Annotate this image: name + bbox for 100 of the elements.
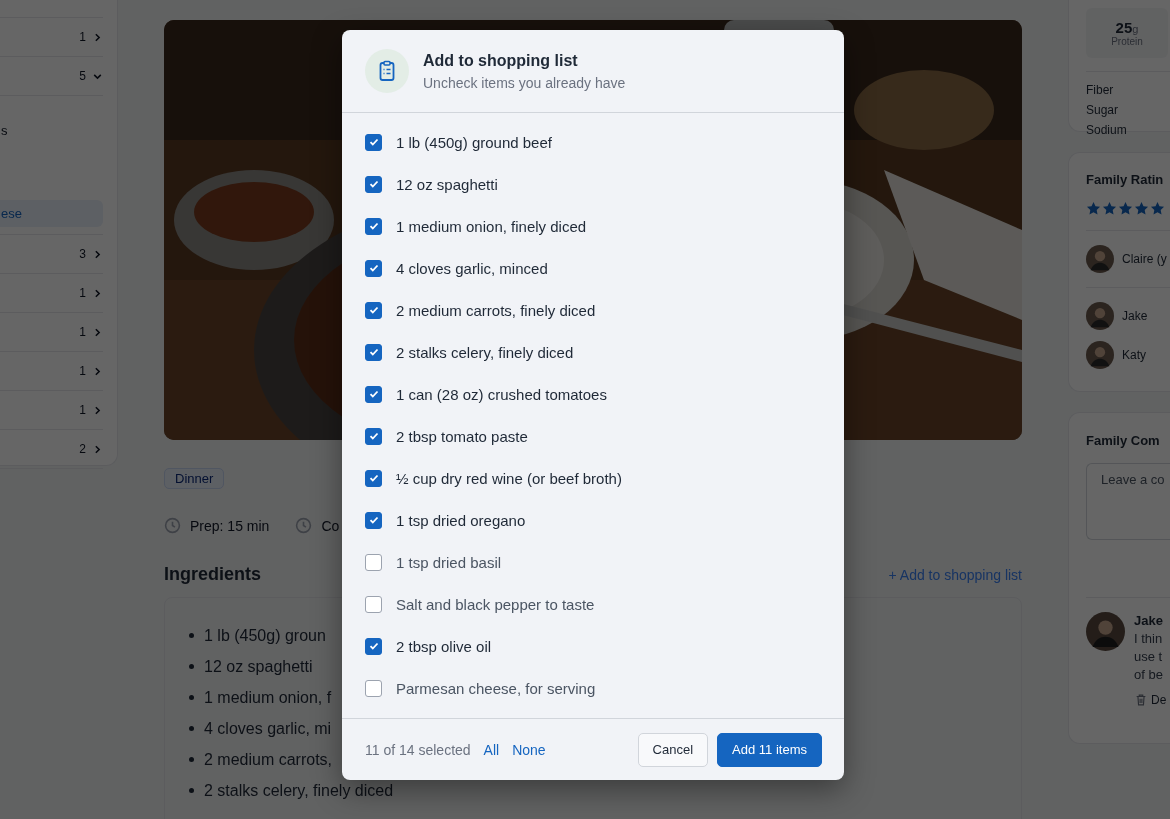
item-count: 1 (79, 364, 86, 378)
dialog-title: Add to shopping list (423, 51, 579, 70)
item-label: 2 tbsp olive oil (396, 637, 492, 655)
selection-count: 11 of 14 selected (365, 741, 471, 758)
sidebar-subitem[interactable]: s (0, 117, 103, 144)
checkbox[interactable] (365, 133, 382, 151)
comment-field[interactable]: Leave a co (1086, 463, 1170, 540)
item-label: 1 lb (450g) ground beef (396, 133, 552, 151)
time-label: Prep: 15 min (190, 517, 270, 534)
dialog-subtitle: Uncheck items you already have (423, 74, 626, 91)
clock-icon (295, 517, 313, 534)
checkbox[interactable] (365, 427, 382, 445)
card-title: Family Com (1086, 433, 1161, 448)
checkbox[interactable] (365, 553, 382, 571)
item-label: 2 stalks celery, finely diced (396, 343, 574, 361)
delete-link[interactable]: De (1151, 691, 1167, 709)
checkbox[interactable] (365, 595, 382, 613)
nutrient-value: 25g (1115, 19, 1139, 36)
check-icon (367, 304, 380, 316)
checkbox[interactable] (365, 259, 382, 277)
item-count: 1 (79, 403, 86, 417)
bullet-icon (189, 633, 194, 638)
bullet-icon (189, 788, 194, 793)
checkbox[interactable] (365, 343, 382, 361)
check-icon (367, 136, 380, 148)
avatar-icon (1086, 245, 1114, 273)
item-label: 2 medium carrots, finely diced (396, 301, 596, 319)
star-icon (1134, 201, 1149, 216)
item-label: Salt and black pepper to taste (396, 595, 595, 613)
item-label: 1 can (28 oz) crushed tomatoes (396, 385, 607, 403)
check-icon (367, 262, 380, 274)
nutrient-name: Sodium (1086, 123, 1127, 137)
comment-text: use t (1134, 648, 1163, 666)
rater-name: Katy (1122, 347, 1146, 362)
ingredient-text: 1 lb (450g) groun (204, 626, 326, 645)
checkbox[interactable] (365, 469, 382, 487)
item-count: 5 (79, 69, 86, 83)
star-icon (1086, 201, 1101, 216)
comment-text: of be (1134, 666, 1163, 684)
item-label: 1 medium onion, finely diced (396, 217, 587, 235)
checkbox[interactable] (365, 217, 382, 235)
item-label: 1 tsp dried oregano (396, 511, 526, 529)
check-icon (367, 514, 380, 526)
avatar-icon (1086, 301, 1114, 330)
star-icon (1150, 201, 1165, 216)
rater-name: Jake (1122, 308, 1148, 323)
item-label: 12 oz spaghetti (396, 175, 498, 193)
checkbox[interactable] (365, 637, 382, 655)
ingredient-text: 2 stalks celery, finely diced (204, 781, 394, 800)
item-count: 2 (79, 442, 86, 456)
section-title: Ingredients (164, 564, 261, 585)
checkbox[interactable] (365, 301, 382, 319)
ingredient-text: 1 medium onion, f (204, 688, 332, 707)
item-count: 1 (79, 325, 86, 339)
bullet-icon (189, 695, 194, 700)
item-count: 3 (79, 247, 86, 261)
bullet-icon (189, 726, 194, 731)
check-icon (367, 640, 380, 652)
item-label: 2 tbsp tomato paste (396, 427, 528, 445)
bullet-icon (189, 664, 194, 669)
check-icon (367, 178, 380, 190)
select-none-link[interactable]: None (512, 741, 546, 758)
item-label: 4 cloves garlic, minced (396, 259, 548, 277)
item-count: 1 (79, 30, 86, 44)
add-items-button[interactable]: Add 11 items (717, 732, 822, 767)
select-all-link[interactable]: All (483, 741, 500, 758)
category-tag: Dinner (164, 468, 225, 489)
star-icon (1118, 201, 1133, 216)
star-icon (1102, 201, 1117, 216)
cancel-button[interactable]: Cancel (637, 732, 709, 767)
checkbox[interactable] (365, 175, 382, 193)
clipboard-icon (365, 49, 409, 93)
nutrient-name: Fiber (1086, 83, 1114, 97)
avatar-icon (1086, 340, 1114, 369)
check-icon (367, 220, 380, 232)
checkbox[interactable] (365, 511, 382, 529)
ingredient-text: 2 medium carrots, (204, 750, 333, 769)
check-icon (367, 472, 380, 484)
item-label: ½ cup dry red wine (or beef broth) (396, 469, 622, 487)
item-count: 1 (79, 286, 86, 300)
bullet-icon (189, 757, 194, 762)
ingredient-text: 12 oz spaghetti (204, 657, 313, 676)
star-rating[interactable] (1086, 201, 1170, 231)
card-title: Family Ratin (1086, 172, 1164, 187)
check-icon (367, 430, 380, 442)
ingredient-text: 4 cloves garlic, mi (204, 719, 332, 738)
check-icon (367, 388, 380, 400)
rater-name: Claire (y (1122, 252, 1167, 266)
time-label: Co (321, 517, 340, 534)
comment-author: Jake (1134, 612, 1163, 630)
trash-icon[interactable] (1134, 693, 1148, 707)
clock-icon (164, 517, 181, 534)
comment-text: I thin (1134, 630, 1163, 648)
item-label: Parmesan cheese, for serving (396, 679, 596, 697)
checkbox[interactable] (365, 385, 382, 403)
checkbox[interactable] (365, 679, 382, 697)
avatar-icon (1086, 612, 1125, 651)
item-label: 1 tsp dried basil (396, 553, 502, 571)
check-icon (367, 346, 380, 358)
nutrient-name: Sugar (1086, 103, 1119, 117)
